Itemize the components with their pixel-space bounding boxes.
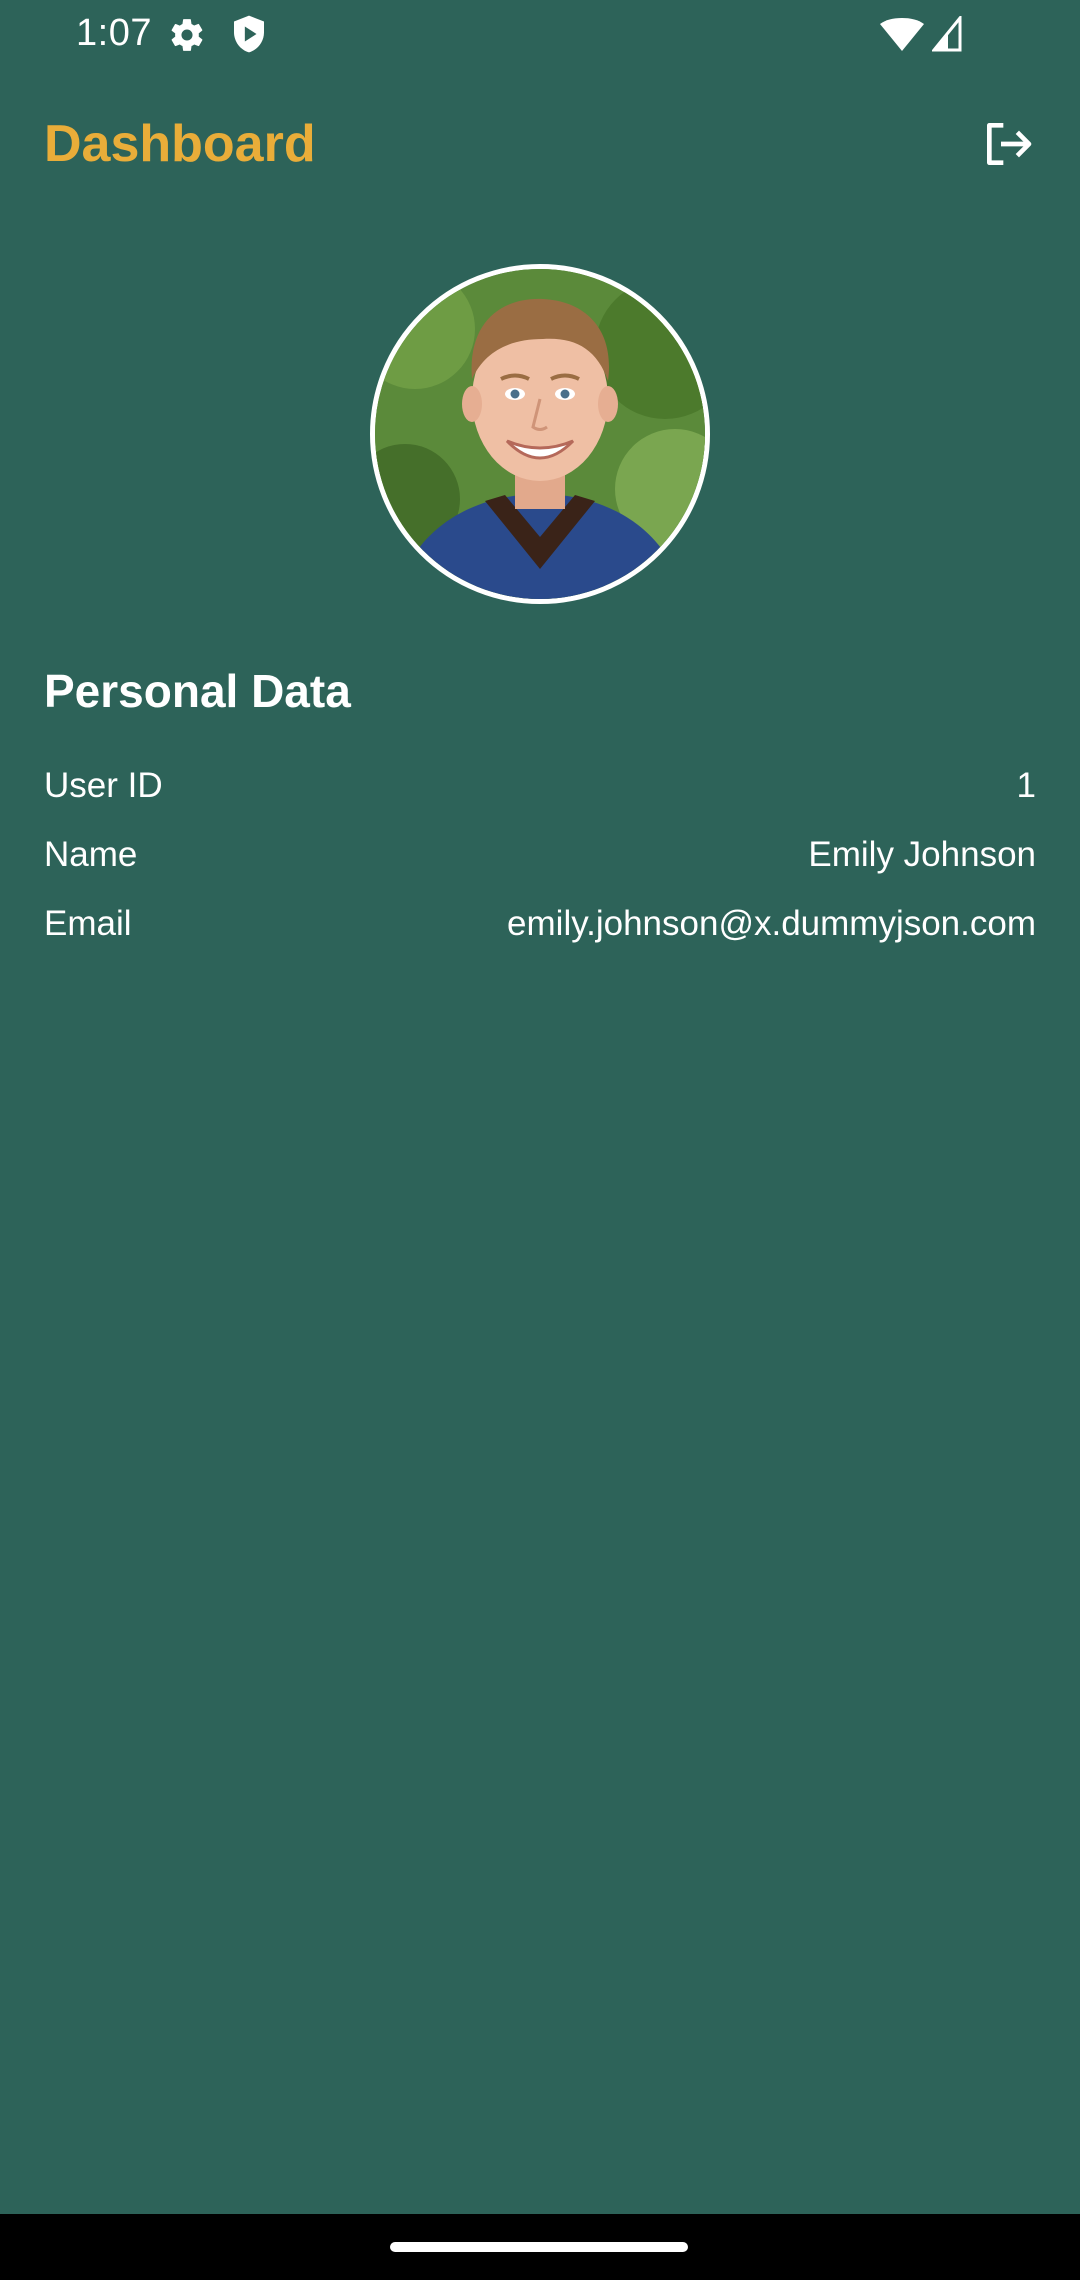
user-avatar — [370, 264, 710, 604]
status-bar: 1:07 — [0, 0, 1080, 70]
navigation-bar — [0, 2214, 1080, 2280]
row-label: User ID — [44, 766, 163, 805]
wifi-icon — [880, 18, 924, 52]
app-bar: Dashboard — [0, 100, 1080, 188]
data-row-user-id: User ID 1 — [44, 758, 1036, 814]
settings-gear-icon — [168, 16, 206, 54]
row-value: emily.johnson@x.dummyjson.com — [507, 904, 1036, 943]
row-label: Name — [44, 835, 138, 874]
logout-icon — [980, 116, 1036, 177]
logout-button[interactable] — [976, 114, 1040, 178]
dashboard-screen: 1:07 Dashboard Personal Data User ID 1 N… — [0, 0, 1080, 2280]
data-row-name: Name Emily Johnson — [44, 827, 1036, 883]
status-time: 1:07 — [76, 12, 152, 54]
row-value: Emily Johnson — [808, 835, 1036, 874]
data-row-email: Email emily.johnson@x.dummyjson.com — [44, 896, 1036, 952]
row-value: 1 — [1016, 766, 1036, 805]
user-avatar-photo — [375, 269, 705, 599]
row-label: Email — [44, 904, 132, 943]
play-protect-shield-icon — [232, 14, 266, 54]
app-title: Dashboard — [44, 115, 316, 173]
personal-data-heading: Personal Data — [44, 665, 351, 717]
cell-signal-icon — [930, 13, 962, 52]
home-indicator[interactable] — [390, 2242, 688, 2252]
